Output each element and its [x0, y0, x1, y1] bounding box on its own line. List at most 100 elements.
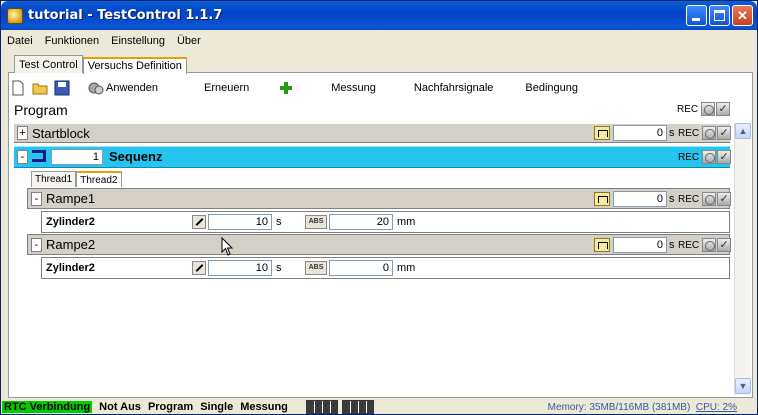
check-icon[interactable]: ✓ [717, 192, 732, 206]
thread-tabs: Thread1 Thread2 [31, 171, 122, 187]
ramp-icon[interactable] [192, 261, 206, 275]
maximize-button[interactable] [709, 5, 730, 26]
loop-icon [32, 150, 46, 162]
collapse-toggle[interactable]: - [31, 191, 42, 206]
rampe1-title: Rampe1 [46, 191, 96, 206]
io-grid-icon [341, 400, 374, 414]
check-icon[interactable]: ✓ [717, 126, 732, 140]
io-grid-icon [305, 400, 338, 414]
main-window: tutorial - TestControl 1.1.7 ✕ Datei Fun… [0, 0, 758, 415]
new-file-icon[interactable] [10, 80, 26, 96]
not-aus-status: Not Aus [99, 401, 141, 413]
add-icon[interactable] [279, 81, 293, 95]
check-icon[interactable]: ✓ [717, 238, 732, 252]
param-name: Zylinder2 [46, 216, 95, 228]
rtc-status: RTC Verbindung [2, 401, 93, 413]
sequenz-title: Sequenz [109, 149, 163, 164]
mouse-cursor-icon [221, 237, 234, 256]
rampe1-rec: REC ✓ [678, 192, 732, 206]
anwenden-button[interactable]: Anwenden [106, 82, 166, 94]
signal-icon[interactable] [594, 238, 610, 252]
rampe2-duration-input[interactable]: 10 [208, 260, 272, 276]
menu-einstellung[interactable]: Einstellung [109, 35, 167, 47]
abs-toggle[interactable]: ABS [305, 215, 327, 229]
minimize-button[interactable] [686, 5, 707, 26]
memory-text: Memory: 35MB/116MB (381MB) [547, 401, 691, 413]
close-button[interactable]: ✕ [732, 5, 753, 26]
scroll-up-icon[interactable]: ▲ [735, 123, 751, 139]
sequenz-count-input[interactable]: 1 [51, 149, 103, 165]
cpu-text: CPU: 2% [695, 401, 737, 413]
toolbar: Anwenden Erneuern Messung Nachfahrsignal… [10, 77, 740, 99]
check-icon[interactable]: ✓ [716, 102, 731, 116]
maximize-icon [714, 10, 725, 21]
bedingung-button[interactable]: Bedingung [517, 82, 586, 94]
collapse-toggle[interactable]: - [17, 150, 28, 164]
startblock-title: Startblock [32, 125, 90, 141]
record-off-icon[interactable] [702, 238, 717, 252]
rampe2-time-input[interactable]: 0 [613, 237, 667, 253]
duration-unit: s [276, 216, 282, 228]
position-unit: mm [397, 262, 416, 274]
messung-status: Messung [240, 401, 288, 413]
anwenden-icon [88, 82, 104, 95]
tab-test-control[interactable]: Test Control [14, 55, 83, 73]
single-status: Single [200, 401, 234, 413]
tab-thread1[interactable]: Thread1 [31, 171, 77, 187]
erneuern-button[interactable]: Erneuern [196, 82, 257, 94]
rampe1-time-input[interactable]: 0 [613, 191, 667, 207]
program-label: Program [14, 102, 68, 118]
menu-bar: Datei Funktionen Einstellung Über [5, 32, 203, 50]
startblock-rec-label: REC [678, 127, 700, 139]
rampe1-rec-label: REC [678, 193, 700, 205]
program-rec: REC ✓ [677, 102, 731, 116]
duration-unit: s [276, 262, 282, 274]
startblock-rec: REC ✓ [678, 126, 732, 140]
rampe1-unit: s [669, 193, 675, 205]
startblock-time-input[interactable]: 0 [613, 125, 667, 141]
signal-icon[interactable] [594, 192, 610, 206]
nachfahrsignale-button[interactable]: Nachfahrsignale [406, 82, 502, 94]
rampe2-title: Rampe2 [46, 237, 96, 252]
record-off-icon[interactable] [701, 102, 716, 116]
program-status: Program [147, 401, 194, 413]
expand-toggle[interactable]: + [17, 126, 28, 140]
signal-icon[interactable] [594, 126, 610, 140]
app-icon [7, 7, 23, 24]
minimize-icon [692, 18, 700, 21]
open-folder-icon[interactable] [32, 80, 48, 96]
ramp-icon[interactable] [192, 215, 206, 229]
param-name: Zylinder2 [46, 262, 95, 274]
menu-ueber[interactable]: Über [175, 35, 203, 47]
startblock-unit: s [669, 127, 675, 139]
rampe2-unit: s [669, 239, 675, 251]
sequenz-rec-label: REC [678, 151, 700, 163]
program-rec-label: REC [677, 103, 699, 115]
vertical-scrollbar[interactable]: ▲ ▼ [734, 123, 751, 395]
save-icon[interactable] [54, 80, 70, 96]
status-bar: RTC Verbindung Not Aus Program Single Me… [1, 399, 757, 415]
rampe1-duration-input[interactable]: 10 [208, 214, 272, 230]
main-tabs: Test Control Versuchs Definition [14, 55, 187, 74]
rampe2-rec: REC ✓ [678, 238, 732, 252]
rampe2-rec-label: REC [678, 239, 700, 251]
menu-datei[interactable]: Datei [5, 35, 35, 47]
position-unit: mm [397, 216, 416, 228]
record-off-icon[interactable] [702, 192, 717, 206]
record-off-icon[interactable] [702, 126, 717, 140]
collapse-toggle[interactable]: - [31, 237, 42, 252]
record-off-icon[interactable] [702, 150, 717, 164]
messung-button[interactable]: Messung [323, 82, 384, 94]
check-icon[interactable]: ✓ [717, 150, 732, 164]
window-title: tutorial - TestControl 1.1.7 [28, 8, 223, 23]
scroll-down-icon[interactable]: ▼ [735, 378, 751, 394]
menu-funktionen[interactable]: Funktionen [43, 35, 101, 47]
tab-versuchs-definition[interactable]: Versuchs Definition [82, 57, 187, 74]
close-icon: ✕ [737, 8, 748, 23]
tab-thread2[interactable]: Thread2 [76, 171, 122, 187]
sequenz-rec: REC ✓ [678, 150, 732, 164]
abs-toggle[interactable]: ABS [305, 261, 327, 275]
title-bar[interactable]: tutorial - TestControl 1.1.7 ✕ [1, 1, 757, 30]
rampe2-position-input[interactable]: 0 [329, 260, 393, 276]
rampe1-position-input[interactable]: 20 [329, 214, 393, 230]
